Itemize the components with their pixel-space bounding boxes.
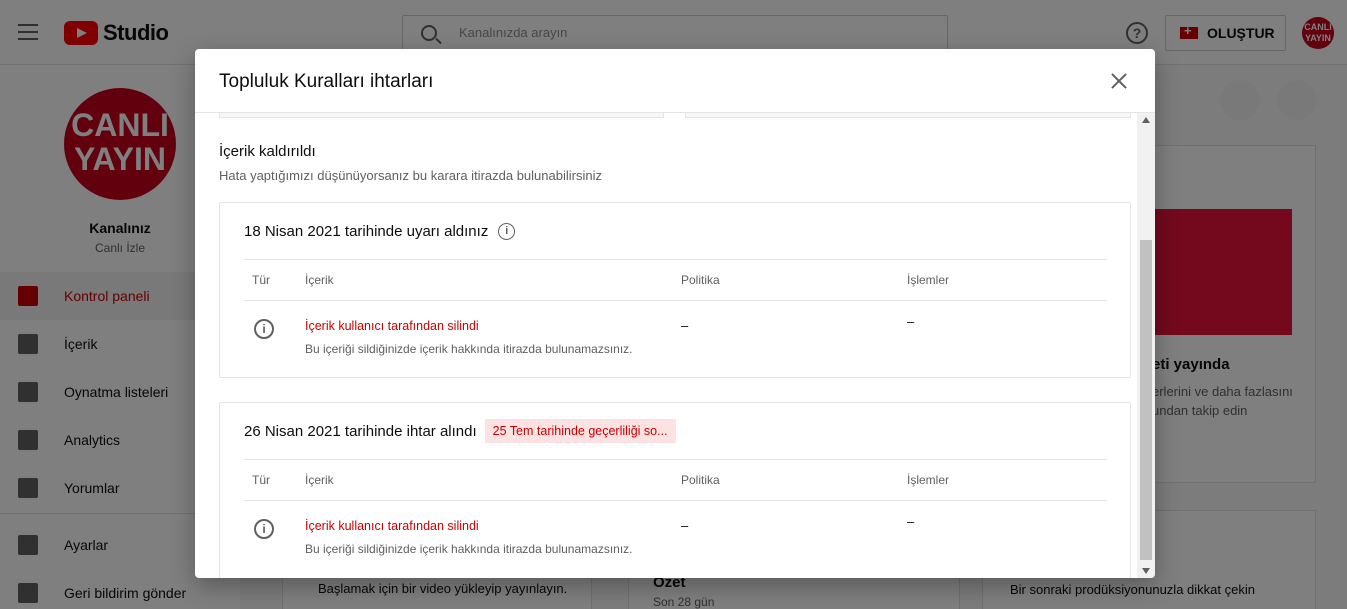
scroll-down-icon[interactable] [1142,568,1150,574]
policy-value: – [681,318,689,333]
previous-card-edge [219,113,664,118]
scroll-thumb[interactable] [1140,240,1152,560]
column-type: Tür [252,273,270,287]
row-description: Bu içeriği sildiğinizde içerik hakkında … [305,342,633,356]
column-content: İçerik [305,273,334,287]
column-policy: Politika [681,473,720,487]
section-title: İçerik kaldırıldı [219,143,316,160]
table-header: Tür İçerik Politika İşlemler [244,459,1107,501]
strike-heading: 26 Nisan 2021 tarihinde ihtar alındı [244,422,477,440]
dialog-header: Topluluk Kuralları ihtarları [195,49,1155,113]
strike-card: 18 Nisan 2021 tarihinde uyarı aldınız i … [219,202,1131,378]
info-icon: i [254,319,274,339]
dialog-scrollbar[interactable] [1137,113,1155,578]
strikes-dialog: Topluluk Kuralları ihtarları İçerik kald… [195,49,1155,578]
column-type: Tür [252,473,270,487]
expiry-badge: 25 Tem tarihinde geçerliliği so... [484,419,676,443]
section-subtitle: Hata yaptığımızı düşünüyorsanız bu karar… [219,168,602,183]
actions-value: – [907,314,915,329]
row-description: Bu içeriği sildiğinizde içerik hakkında … [305,542,633,556]
dialog-body: İçerik kaldırıldı Hata yaptığımızı düşün… [195,113,1137,578]
info-icon[interactable]: i [498,223,516,240]
row-title[interactable]: İçerik kullanıcı tarafından silindi [305,519,479,533]
close-icon[interactable] [1109,71,1129,91]
column-actions: İşlemler [907,473,950,487]
actions-value: – [907,514,915,529]
strike-card-header: 26 Nisan 2021 tarihinde ihtar alındı 25 … [244,419,676,443]
strike-heading: 18 Nisan 2021 tarihinde uyarı aldınız [244,223,489,240]
strike-card: 26 Nisan 2021 tarihinde ihtar alındı 25 … [219,402,1131,578]
previous-card-edge [685,113,1131,118]
column-actions: İşlemler [907,273,950,287]
scroll-up-icon[interactable] [1142,117,1150,123]
dialog-title: Topluluk Kuralları ihtarları [219,71,434,92]
strike-card-header: 18 Nisan 2021 tarihinde uyarı aldınız i [244,223,516,240]
column-content: İçerik [305,473,334,487]
table-header: Tür İçerik Politika İşlemler [244,259,1107,301]
policy-value: – [681,518,689,533]
column-policy: Politika [681,273,720,287]
row-title[interactable]: İçerik kullanıcı tarafından silindi [305,319,479,333]
info-icon: i [254,519,274,539]
